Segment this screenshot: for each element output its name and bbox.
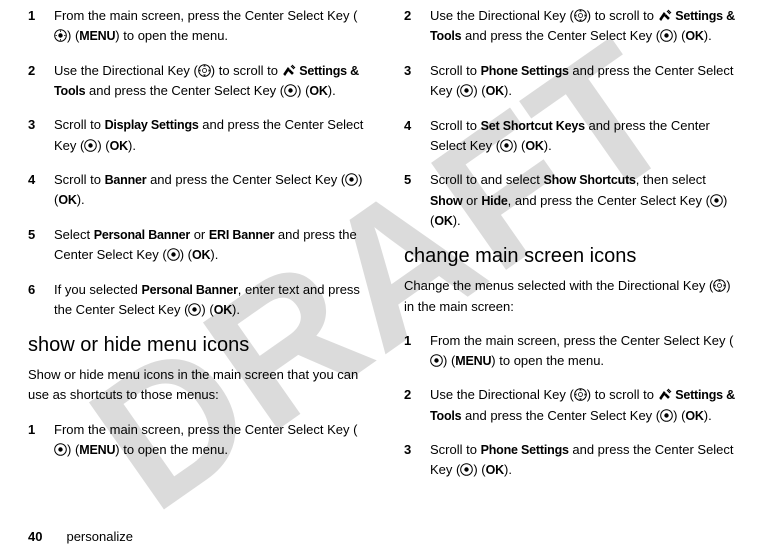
settings-tools-icon bbox=[282, 64, 296, 76]
step: 6 If you selected Personal Banner, enter… bbox=[28, 280, 364, 321]
step-number: 5 bbox=[28, 225, 54, 266]
step-text: Scroll to Phone Settings and press the C… bbox=[430, 61, 740, 102]
center-select-key-icon bbox=[84, 139, 97, 152]
step: 2 Use the Directional Key () to scroll t… bbox=[404, 385, 740, 426]
section-intro: Show or hide menu icons in the main scre… bbox=[28, 365, 364, 405]
directional-key-icon bbox=[574, 9, 587, 22]
step-number: 3 bbox=[404, 440, 430, 481]
step-text: Scroll to and select Show Shortcuts, the… bbox=[430, 170, 740, 231]
center-select-key-icon bbox=[460, 463, 473, 476]
step: 5 Scroll to and select Show Shortcuts, t… bbox=[404, 170, 740, 231]
settings-tools-icon bbox=[658, 388, 672, 400]
step-text: If you selected Personal Banner, enter t… bbox=[54, 280, 364, 321]
footer-section: personalize bbox=[66, 529, 133, 544]
section-intro: Change the menus selected with the Direc… bbox=[404, 276, 740, 316]
step: 5 Select Personal Banner or ERI Banner a… bbox=[28, 225, 364, 266]
center-select-key-icon bbox=[54, 29, 67, 42]
step: 3 Scroll to Phone Settings and press the… bbox=[404, 61, 740, 102]
center-select-key-icon bbox=[345, 173, 358, 186]
directional-key-icon bbox=[574, 388, 587, 401]
step-number: 6 bbox=[28, 280, 54, 321]
step-text: Use the Directional Key () to scroll to … bbox=[430, 385, 740, 426]
step: 1 From the main screen, press the Center… bbox=[28, 420, 364, 461]
step-text: Select Personal Banner or ERI Banner and… bbox=[54, 225, 364, 266]
step-number: 4 bbox=[404, 116, 430, 157]
page-footer: 40 personalize bbox=[28, 529, 133, 544]
page-number: 40 bbox=[28, 529, 42, 544]
center-select-key-icon bbox=[660, 29, 673, 42]
center-select-key-icon bbox=[54, 443, 67, 456]
step-number: 3 bbox=[404, 61, 430, 102]
step-number: 4 bbox=[28, 170, 54, 211]
step-text: Use the Directional Key () to scroll to … bbox=[430, 6, 740, 47]
step: 1 From the main screen, press the Center… bbox=[28, 6, 364, 47]
step-text: From the main screen, press the Center S… bbox=[430, 331, 740, 372]
left-column: 1 From the main screen, press the Center… bbox=[28, 6, 364, 495]
section-heading: show or hide menu icons bbox=[28, 334, 364, 357]
center-select-key-icon bbox=[284, 84, 297, 97]
step-text: From the main screen, press the Center S… bbox=[54, 6, 364, 47]
directional-key-icon bbox=[713, 279, 726, 292]
step: 3 Scroll to Phone Settings and press the… bbox=[404, 440, 740, 481]
step: 1 From the main screen, press the Center… bbox=[404, 331, 740, 372]
step: 2 Use the Directional Key () to scroll t… bbox=[404, 6, 740, 47]
step-text: Scroll to Phone Settings and press the C… bbox=[430, 440, 740, 481]
step-number: 1 bbox=[404, 331, 430, 372]
section-heading: change main screen icons bbox=[404, 245, 740, 268]
right-column: 2 Use the Directional Key () to scroll t… bbox=[404, 6, 740, 495]
step-number: 2 bbox=[28, 61, 54, 102]
step: 4 Scroll to Banner and press the Center … bbox=[28, 170, 364, 211]
center-select-key-icon bbox=[660, 409, 673, 422]
directional-key-icon bbox=[198, 64, 211, 77]
center-select-key-icon bbox=[460, 84, 473, 97]
center-select-key-icon bbox=[430, 354, 443, 367]
page-content: 1 From the main screen, press the Center… bbox=[0, 0, 768, 495]
step-number: 3 bbox=[28, 115, 54, 156]
step-number: 1 bbox=[28, 420, 54, 461]
step-text: Scroll to Set Shortcut Keys and press th… bbox=[430, 116, 740, 157]
step: 3 Scroll to Display Settings and press t… bbox=[28, 115, 364, 156]
center-select-key-icon bbox=[188, 303, 201, 316]
step: 2 Use the Directional Key () to scroll t… bbox=[28, 61, 364, 102]
center-select-key-icon bbox=[167, 248, 180, 261]
center-select-key-icon bbox=[710, 194, 723, 207]
center-select-key-icon bbox=[500, 139, 513, 152]
step-text: Use the Directional Key () to scroll to … bbox=[54, 61, 364, 102]
step-number: 5 bbox=[404, 170, 430, 231]
step-number: 2 bbox=[404, 6, 430, 47]
step-text: Scroll to Banner and press the Center Se… bbox=[54, 170, 364, 211]
step-text: Scroll to Display Settings and press the… bbox=[54, 115, 364, 156]
step-text: From the main screen, press the Center S… bbox=[54, 420, 364, 461]
step: 4 Scroll to Set Shortcut Keys and press … bbox=[404, 116, 740, 157]
step-number: 1 bbox=[28, 6, 54, 47]
settings-tools-icon bbox=[658, 9, 672, 21]
step-number: 2 bbox=[404, 385, 430, 426]
